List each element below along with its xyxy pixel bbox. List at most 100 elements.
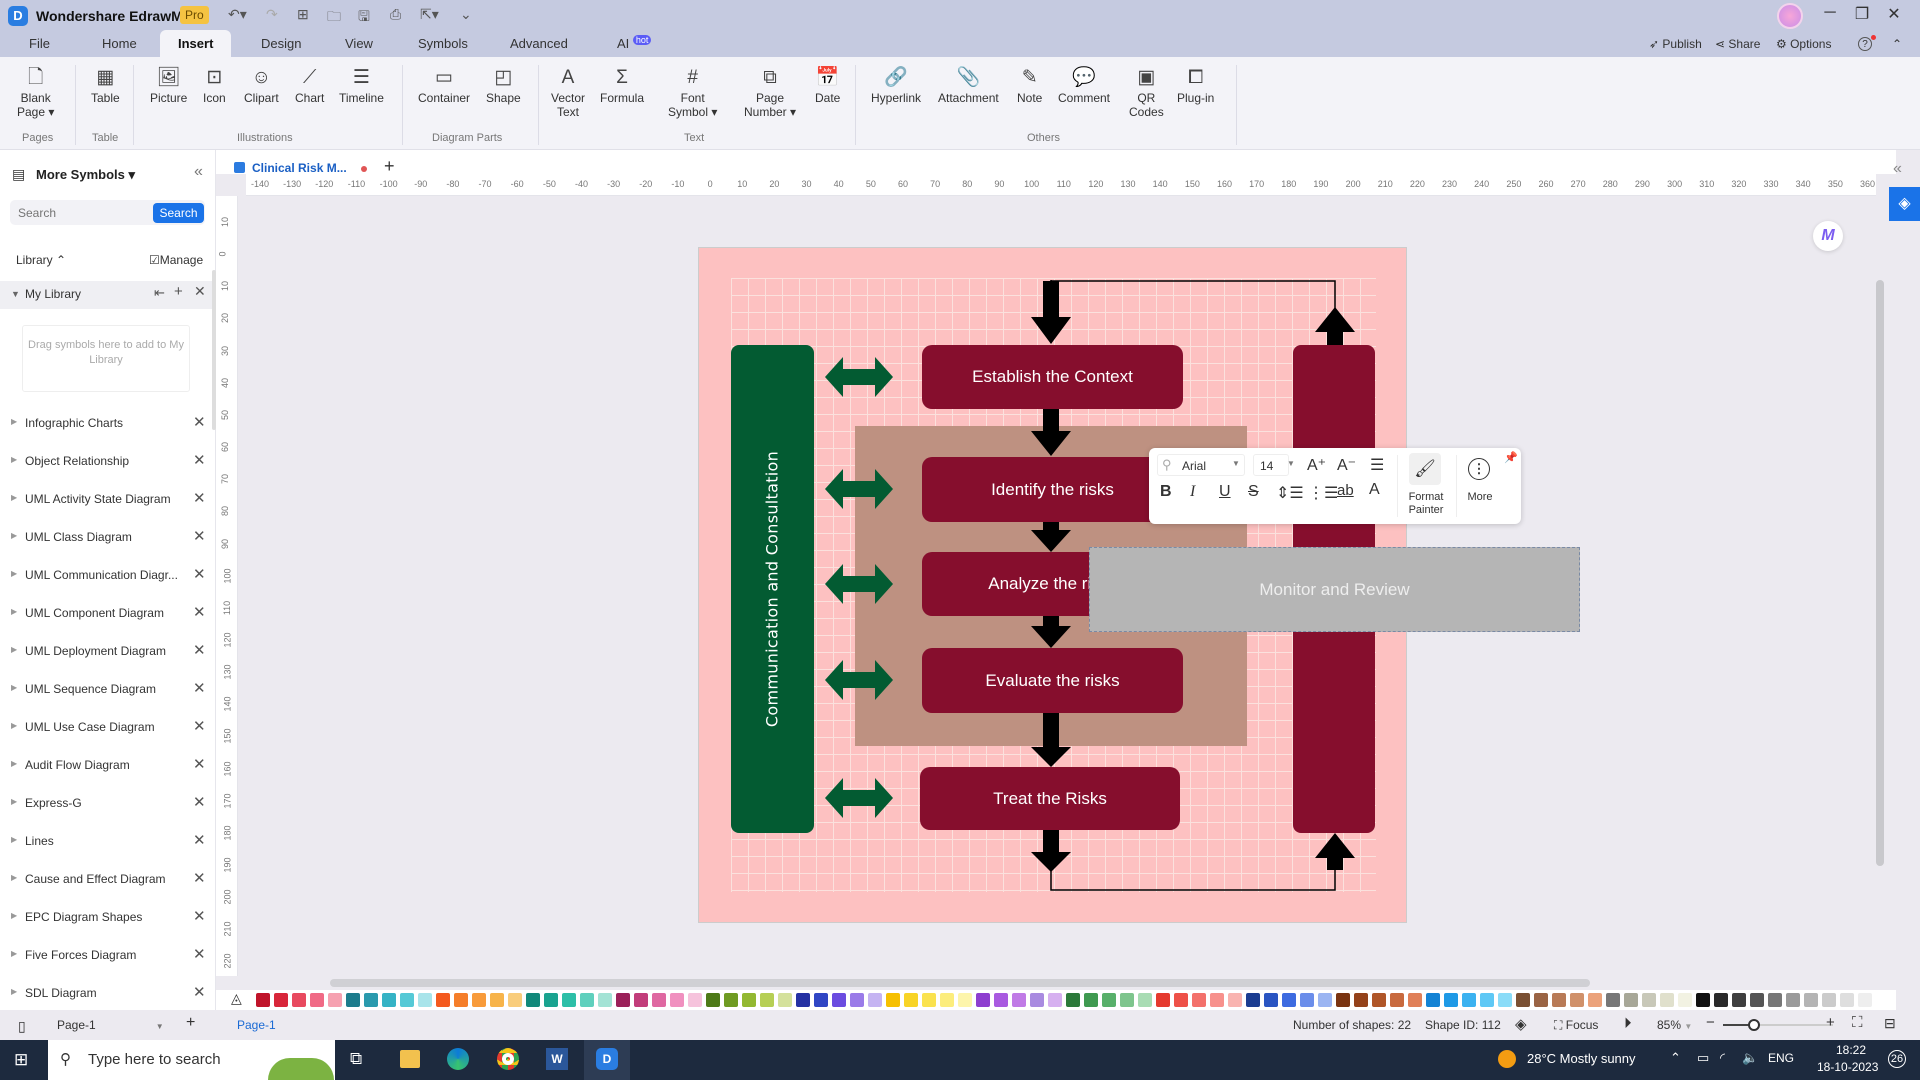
fit-page-icon[interactable]: ⛶ — [1852, 1014, 1863, 1031]
page-select[interactable]: Page-1 ▼ — [57, 1018, 164, 1032]
color-swatch[interactable] — [1012, 993, 1026, 1007]
library-item[interactable]: ▶ Object Relationship ✕ — [0, 451, 212, 473]
color-swatch[interactable] — [1138, 993, 1152, 1007]
zoom-level[interactable]: 85% ▼ — [1657, 1018, 1692, 1032]
color-swatch[interactable] — [1084, 993, 1098, 1007]
hyperlink-button[interactable]: 🔗 Hyperlink — [871, 67, 921, 105]
color-swatch[interactable] — [310, 993, 324, 1007]
task-view-icon[interactable]: ⧉ — [350, 1049, 362, 1069]
vertical-scrollbar[interactable] — [1876, 280, 1884, 866]
close-icon[interactable]: ✕ — [193, 945, 206, 963]
color-swatch[interactable] — [1246, 993, 1260, 1007]
chevron-down-icon[interactable]: ▼ — [1232, 459, 1240, 468]
color-swatch[interactable] — [1408, 993, 1422, 1007]
pro-badge[interactable]: Pro — [180, 6, 209, 24]
close-icon[interactable]: ✕ — [193, 983, 206, 1001]
color-swatch[interactable] — [1228, 993, 1242, 1007]
publish-button[interactable]: ➶ Publish — [1649, 37, 1702, 51]
close-icon[interactable]: ✕ — [193, 413, 206, 431]
library-item[interactable]: ▶ Audit Flow Diagram ✕ — [0, 755, 212, 777]
icon-button[interactable]: ⊡ Icon — [203, 67, 226, 105]
color-swatch[interactable] — [904, 993, 918, 1007]
more-icon[interactable]: ⋮ — [1468, 458, 1490, 480]
library-item[interactable]: ▶ Express-G ✕ — [0, 793, 212, 815]
library-item[interactable]: ▶ UML Use Case Diagram ✕ — [0, 717, 212, 739]
import-icon[interactable]: ⇤ — [154, 285, 165, 301]
color-swatch[interactable] — [1858, 993, 1872, 1007]
color-swatch[interactable] — [1732, 993, 1746, 1007]
export-icon[interactable]: ⇱▾ — [420, 6, 439, 23]
zoom-out-button[interactable]: − — [1706, 1014, 1715, 1031]
color-swatch[interactable] — [1660, 993, 1674, 1007]
color-swatch[interactable] — [346, 993, 360, 1007]
comment-button[interactable]: 💬 Comment — [1058, 67, 1110, 105]
color-swatch[interactable] — [760, 993, 774, 1007]
library-item[interactable]: ▶ SDL Diagram ✕ — [0, 983, 212, 1005]
library-item[interactable]: ▶ Cause and Effect Diagram ✕ — [0, 869, 212, 891]
vector-text-button[interactable]: A Vector Text — [551, 67, 585, 119]
color-swatch[interactable] — [1552, 993, 1566, 1007]
color-swatch[interactable] — [1624, 993, 1638, 1007]
clock-time[interactable]: 18:22 — [1836, 1043, 1866, 1057]
color-swatch[interactable] — [1372, 993, 1386, 1007]
minimize-button[interactable]: ─ — [1816, 4, 1844, 22]
step-treat-risks[interactable]: Treat the Risks — [920, 767, 1180, 830]
focus-button[interactable]: ⛶ Focus — [1554, 1018, 1598, 1033]
qr-codes-button[interactable]: ▣ QR Codes — [1129, 67, 1164, 119]
color-swatch[interactable] — [1048, 993, 1062, 1007]
color-swatch[interactable] — [994, 993, 1008, 1007]
color-swatch[interactable] — [418, 993, 432, 1007]
color-swatch[interactable] — [580, 993, 594, 1007]
restore-button[interactable]: ❐ — [1848, 4, 1876, 24]
color-swatch[interactable] — [1516, 993, 1530, 1007]
color-swatch[interactable] — [508, 993, 522, 1007]
customize-quick-access-icon[interactable]: ⌄ — [460, 6, 472, 23]
color-swatch[interactable] — [1174, 993, 1188, 1007]
font-size-select[interactable]: 14 — [1253, 454, 1289, 476]
format-painter-icon[interactable]: 🖌 — [1409, 453, 1441, 485]
help-icon[interactable]: ? — [1858, 37, 1872, 51]
user-avatar[interactable] — [1777, 3, 1803, 29]
more-symbols-dropdown[interactable]: More Symbols ▾ — [36, 167, 135, 183]
color-swatch[interactable] — [940, 993, 954, 1007]
format-painter-label[interactable]: Format Painter — [1402, 491, 1450, 517]
color-swatch[interactable] — [706, 993, 720, 1007]
color-swatch[interactable] — [1030, 993, 1044, 1007]
bullet-list-icon[interactable]: ⋮☰ — [1308, 483, 1338, 503]
color-swatch[interactable] — [1678, 993, 1692, 1007]
color-swatch[interactable] — [1066, 993, 1080, 1007]
tab-ai[interactable]: AI hot — [617, 35, 652, 51]
color-swatch[interactable] — [1426, 993, 1440, 1007]
color-swatch[interactable] — [1390, 993, 1404, 1007]
library-toggle[interactable]: Library ⌃ — [16, 253, 66, 267]
color-swatch[interactable] — [544, 993, 558, 1007]
color-swatch[interactable] — [886, 993, 900, 1007]
close-icon[interactable]: ✕ — [193, 869, 206, 887]
color-swatch[interactable] — [1480, 993, 1494, 1007]
color-swatch[interactable] — [1300, 993, 1314, 1007]
color-swatch[interactable] — [1696, 993, 1710, 1007]
note-button[interactable]: ✎ Note — [1017, 67, 1042, 105]
font-symbol-button[interactable]: # Font Symbol ▾ — [668, 67, 717, 119]
color-swatch[interactable] — [778, 993, 792, 1007]
color-swatch[interactable] — [1102, 993, 1116, 1007]
horizontal-scrollbar[interactable] — [330, 979, 1590, 987]
color-swatch[interactable] — [616, 993, 630, 1007]
color-swatch[interactable] — [1606, 993, 1620, 1007]
library-item[interactable]: ▶ UML Component Diagram ✕ — [0, 603, 212, 625]
weather-icon[interactable] — [1498, 1050, 1516, 1068]
attachment-button[interactable]: 📎 Attachment — [938, 67, 999, 105]
close-icon[interactable]: ✕ — [193, 489, 206, 507]
color-swatch[interactable] — [562, 993, 576, 1007]
color-swatch[interactable] — [796, 993, 810, 1007]
library-item[interactable]: ▶ UML Sequence Diagram ✕ — [0, 679, 212, 701]
fit-width-icon[interactable]: ⊟ — [1884, 1015, 1896, 1032]
share-button[interactable]: ⋖ Share — [1715, 37, 1760, 51]
document-tab[interactable]: Clinical Risk M... — [252, 161, 347, 175]
library-item[interactable]: ▶ UML Activity State Diagram ✕ — [0, 489, 212, 511]
color-swatch[interactable] — [1804, 993, 1818, 1007]
color-swatch[interactable] — [598, 993, 612, 1007]
add-icon[interactable]: + — [174, 283, 183, 300]
color-swatch[interactable] — [634, 993, 648, 1007]
increase-font-icon[interactable]: A⁺ — [1307, 455, 1326, 475]
